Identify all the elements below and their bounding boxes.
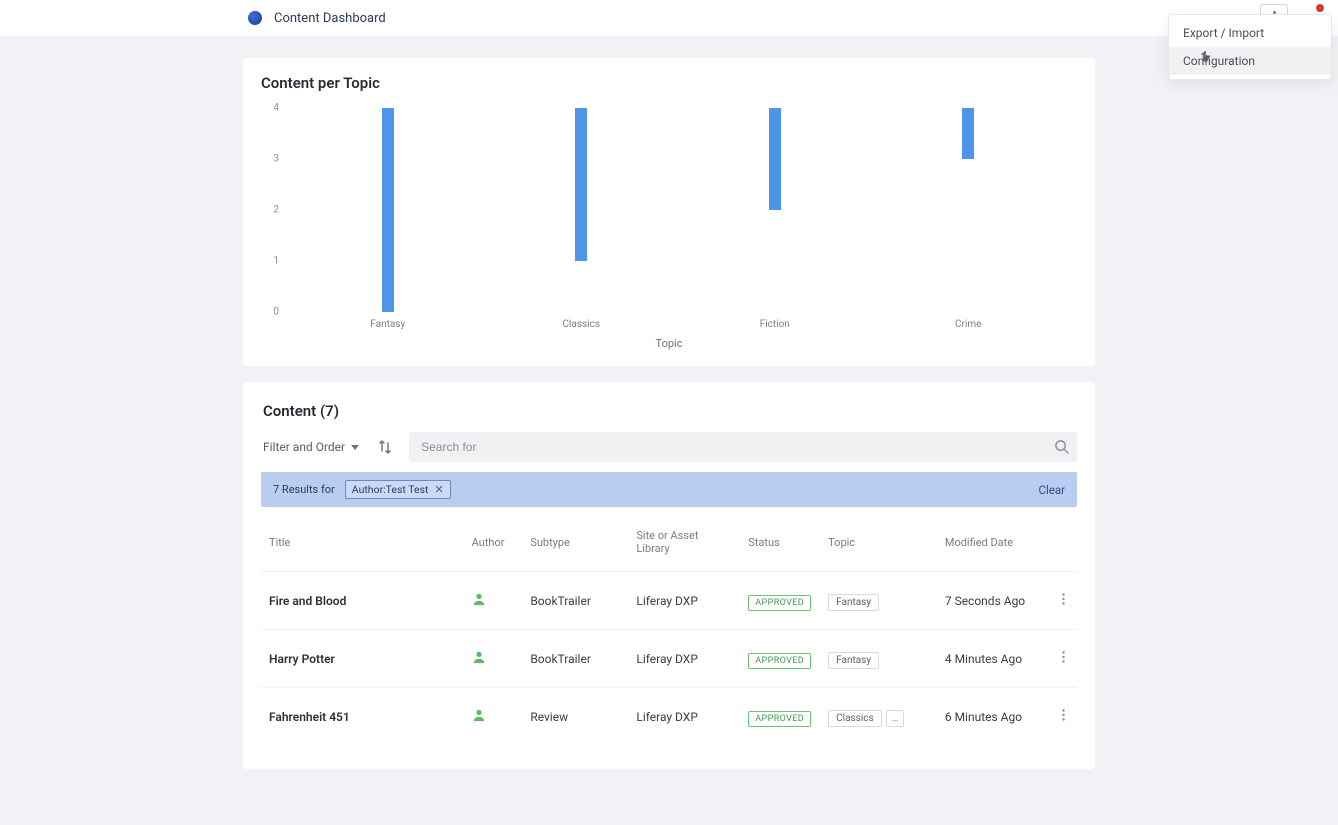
- row-actions-button[interactable]: [1050, 630, 1077, 688]
- cell-title: Fahrenheit 451: [261, 688, 464, 746]
- col-header-topic[interactable]: Topic: [820, 511, 937, 572]
- user-icon: [472, 592, 486, 606]
- status-badge: APPROVED: [748, 711, 811, 727]
- y-tick: 4: [273, 103, 279, 114]
- col-header-title[interactable]: Title: [261, 511, 464, 572]
- cell-site: Liferay DXP: [628, 630, 740, 688]
- y-tick: 0: [273, 307, 279, 318]
- cell-subtype: BookTrailer: [522, 630, 628, 688]
- chart: 01234 FantasyClassicsFictionCrime Topic: [261, 102, 1077, 342]
- status-badge: APPROVED: [748, 595, 811, 611]
- filter-chip-remove[interactable]: ✕: [434, 483, 443, 496]
- bar-slot: Classics: [485, 108, 679, 312]
- filter-chip-author: Author:Test Test ✕: [345, 480, 451, 499]
- notification-badge: [1314, 2, 1326, 14]
- mouse-cursor-icon: [1200, 50, 1214, 64]
- caret-down-icon: [351, 445, 359, 450]
- user-icon: [472, 708, 486, 722]
- menu-item-export-import[interactable]: Export / Import: [1169, 19, 1331, 47]
- bar-label: Fantasy: [370, 319, 405, 330]
- bar-slot: Fiction: [678, 108, 872, 312]
- col-header-modified[interactable]: Modified Date: [937, 511, 1050, 572]
- search-input[interactable]: [409, 440, 1077, 454]
- content-card: Content (7) Filter and Order: [243, 382, 1095, 769]
- cell-modified: 6 Minutes Ago: [937, 688, 1050, 746]
- y-tick: 3: [273, 154, 279, 165]
- cell-subtype: Review: [522, 688, 628, 746]
- status-badge: APPROVED: [748, 653, 811, 669]
- filter-clear-button[interactable]: Clear: [1038, 483, 1065, 497]
- bar[interactable]: [382, 108, 394, 312]
- table-row[interactable]: Fire and Blood BookTrailerLiferay DXP APPR…: [261, 572, 1077, 630]
- table-row[interactable]: Harry Potter BookTrailerLiferay DXP APPROV…: [261, 630, 1077, 688]
- cell-title: Harry Potter: [261, 630, 464, 688]
- user-icon: [472, 650, 486, 664]
- topic-more-button[interactable]: …: [886, 710, 905, 727]
- topic-tag[interactable]: Classics: [828, 710, 882, 727]
- chart-x-axis-label: Topic: [656, 337, 683, 350]
- page-title: Content Dashboard: [274, 11, 386, 26]
- content-section-title: Content (7): [261, 398, 1077, 432]
- content-toolbar: Filter and Order: [261, 432, 1077, 462]
- chart-card: Content per Topic 01234 FantasyClassicsF…: [243, 58, 1095, 366]
- col-header-status[interactable]: Status: [740, 511, 820, 572]
- cell-topic: Fantasy: [820, 630, 937, 688]
- y-tick: 1: [273, 256, 279, 267]
- row-actions-button[interactable]: [1050, 572, 1077, 630]
- search-wrap: [409, 432, 1077, 462]
- chart-title: Content per Topic: [261, 74, 1077, 92]
- col-header-author[interactable]: Author: [464, 511, 523, 572]
- brand-icon: [248, 11, 262, 25]
- menu-item-configuration[interactable]: Configuration: [1169, 47, 1331, 75]
- topbar: Content Dashboard Export / Import Config…: [0, 0, 1338, 36]
- topic-tag[interactable]: Fantasy: [828, 594, 879, 611]
- bar-slot: Crime: [872, 108, 1066, 312]
- content-table: Title Author Subtype Site or Asset Libra…: [261, 511, 1077, 745]
- topic-tag[interactable]: Fantasy: [828, 652, 879, 669]
- sort-icon: [379, 440, 391, 454]
- filter-results-lead: 7 Results for: [273, 483, 335, 496]
- y-tick: 2: [273, 205, 279, 216]
- filter-and-order-dropdown[interactable]: Filter and Order: [261, 434, 361, 460]
- cell-author: [464, 572, 523, 630]
- bar-slot: Fantasy: [291, 108, 485, 312]
- cell-status: APPROVED: [740, 630, 820, 688]
- search-icon: [1054, 439, 1069, 454]
- col-header-subtype[interactable]: Subtype: [522, 511, 628, 572]
- cell-author: [464, 630, 523, 688]
- content-count: (7): [320, 402, 339, 420]
- cell-site: Liferay DXP: [628, 688, 740, 746]
- cell-modified: 4 Minutes Ago: [937, 630, 1050, 688]
- bar-label: Classics: [562, 319, 600, 330]
- filter-chip-label: Author:Test Test: [352, 483, 429, 496]
- table-row[interactable]: Fahrenheit 451 ReviewLiferay DXP APPROVED C…: [261, 688, 1077, 746]
- bar[interactable]: [575, 108, 587, 261]
- content-title-prefix: Content: [263, 402, 316, 420]
- bar-label: Fiction: [760, 319, 790, 330]
- active-filter-bar: 7 Results for Author:Test Test ✕ Clear: [261, 472, 1077, 507]
- cell-status: APPROVED: [740, 572, 820, 630]
- topbar-kebab-dropdown: Export / Import Configuration: [1168, 14, 1332, 80]
- cell-subtype: BookTrailer: [522, 572, 628, 630]
- sort-direction-button[interactable]: [373, 435, 397, 459]
- bar[interactable]: [962, 108, 974, 159]
- cell-topic: Fantasy: [820, 572, 937, 630]
- row-actions-button[interactable]: [1050, 688, 1077, 746]
- cell-modified: 7 Seconds Ago: [937, 572, 1050, 630]
- cell-status: APPROVED: [740, 688, 820, 746]
- filter-order-label: Filter and Order: [263, 440, 345, 454]
- cell-author: [464, 688, 523, 746]
- col-header-site[interactable]: Site or Asset Library: [628, 511, 740, 572]
- bar[interactable]: [769, 108, 781, 210]
- cell-title: Fire and Blood: [261, 572, 464, 630]
- cell-site: Liferay DXP: [628, 572, 740, 630]
- cell-topic: Classics…: [820, 688, 937, 746]
- bar-label: Crime: [955, 319, 981, 330]
